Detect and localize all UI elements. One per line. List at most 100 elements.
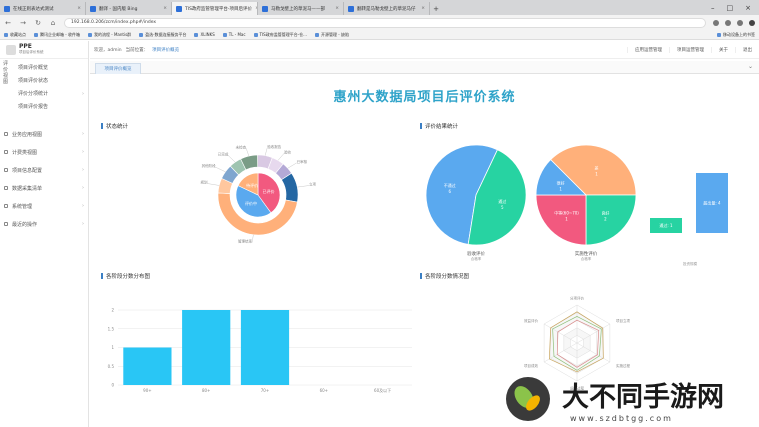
tab-favicon-icon (4, 5, 10, 12)
sidebar-item-label: 系统管理 (12, 203, 33, 210)
sidebar-item-label: 项目信息配置 (12, 167, 43, 174)
status-outer-slice (267, 157, 284, 174)
back-icon[interactable]: ← (4, 19, 12, 27)
home-icon[interactable]: ⌂ (49, 19, 57, 27)
sidebar-item[interactable]: 数据采集清单 › (0, 179, 89, 197)
tab-label: 马勒戈壁上的草泥马——部 (271, 6, 325, 12)
bookmark-item[interactable]: XLINKS (194, 32, 215, 37)
status-outer-slice (257, 154, 273, 170)
forward-icon[interactable]: → (19, 19, 27, 27)
radar-axis (576, 323, 611, 344)
minimize-icon[interactable]: – (711, 4, 715, 12)
chevron-right-icon: › (82, 185, 84, 191)
sidebar-item[interactable]: 最近的操作 › (0, 215, 89, 233)
maximize-icon[interactable]: □ (727, 4, 734, 12)
sidebar-item[interactable]: 项目信息配置 › (0, 161, 89, 179)
sidebar-item[interactable]: 系统管理 › (0, 197, 89, 215)
bookmark-item[interactable]: 盈选·数据连接服务平台 (139, 32, 186, 38)
bookmark-label: XLINKS (200, 32, 215, 37)
sidebar-item-label: 计费类视图 (12, 149, 38, 156)
header-link[interactable]: 项目运营管理 (669, 46, 711, 53)
status-outer-slice (217, 177, 233, 194)
window-controls: – □ × (711, 0, 759, 15)
bookmarks-bar: 收藏站点 腾讯企业邮箱 - 收件箱 我的流程 - Mantis群 盈选·数据连接服务平… (0, 30, 759, 40)
header-link[interactable]: 应用运营管理 (627, 46, 669, 53)
app-logo[interactable]: PPE 项目后评价系统 (0, 41, 88, 59)
tab-favicon-icon (348, 5, 354, 12)
x-tick-label: 70+ (261, 388, 269, 393)
menu-item-icon (4, 222, 8, 226)
extension-icon[interactable] (713, 19, 719, 26)
bookmark-icon (194, 32, 199, 37)
bookmark-item[interactable]: 我的流程 - Mantis群 (88, 32, 131, 38)
chevron-right-icon: › (82, 90, 84, 97)
investment-bar-label: 超出量: 4 (703, 200, 721, 206)
close-window-icon[interactable]: × (745, 4, 751, 12)
radar-axis (543, 342, 578, 363)
bookmark-item[interactable]: 开源管理 - 缺陷 (314, 32, 349, 38)
radar-axis-label: 效益评价 (524, 318, 538, 323)
status-outer-slice (240, 154, 259, 171)
header-link[interactable]: 关于 (711, 46, 735, 53)
sidebar-subitem-label: 项目评价状态 (18, 78, 49, 84)
result-pie-caption: 验收评价 (467, 250, 485, 257)
chevron-right-icon: › (82, 221, 84, 227)
status-label-leader (245, 148, 250, 157)
sidebar-subitem[interactable]: 项目评价概览 (12, 61, 89, 74)
browser-tab[interactable]: 翻转是马勒戈壁上的草泥马仔 × (344, 2, 430, 15)
investment-bar (696, 173, 728, 233)
result-pie-slice (535, 159, 587, 196)
url-input[interactable]: 192.168.0.206/zcm/index.php#/index (64, 17, 706, 28)
bookmark-item[interactable]: 收藏站点 (4, 32, 26, 38)
status-outer-label: 已审核 (297, 159, 308, 164)
status-inner-slice (237, 172, 259, 196)
bookmark-icon (717, 32, 721, 37)
bookmark-item[interactable]: TL - Mac (222, 32, 246, 37)
address-bar-row: ← → ↻ ⌂ 192.168.0.206/zcm/index.php#/ind… (0, 15, 759, 30)
x-tick-label: 80+ (202, 388, 210, 393)
header-link[interactable]: 退出 (735, 46, 759, 53)
close-icon[interactable]: × (163, 6, 167, 11)
extension-icon[interactable] (725, 19, 731, 26)
status-outer-label: 立项 (309, 182, 316, 187)
sidebar-subitem[interactable]: 项目评价报告 (12, 100, 89, 113)
sidebar-item[interactable]: 业务应用视图 › (0, 125, 89, 143)
logo-subtitle: 项目后评价系统 (19, 50, 44, 54)
browser-tab[interactable]: TIS政府监管管理平台-项目后评价× (172, 2, 258, 15)
browser-tab[interactable]: 在线正则表达式测试 × (0, 2, 86, 15)
tab-overview[interactable]: 项目评价概览 (95, 63, 141, 74)
sidebar-subitem-label: 项目评价概览 (18, 65, 49, 71)
result-pie-slice (550, 144, 637, 196)
menu-icon[interactable] (749, 19, 755, 26)
bookmark-item[interactable]: TIS政府监管管理平台-仓... (253, 32, 307, 38)
status-inner-slice (257, 172, 281, 214)
watermark-url: www.szdbtgg.com (570, 414, 673, 423)
result-slice-value: 1 (565, 216, 568, 221)
bookmark-icon (222, 32, 227, 37)
chevron-down-icon[interactable]: ⌄ (748, 63, 753, 70)
status-outer-slice (281, 172, 299, 203)
breadcrumb[interactable]: 项目评价概览 (152, 47, 179, 53)
sidebar-subitem[interactable]: 项目评价状态 (12, 74, 89, 87)
reload-icon[interactable]: ↻ (34, 19, 42, 27)
close-icon[interactable]: × (77, 6, 81, 11)
bookmark-icon (253, 32, 258, 37)
status-outer-label: 管理结束 (238, 239, 252, 244)
new-tab-icon[interactable]: + (430, 2, 442, 15)
x-tick-label: 60及以下 (374, 388, 391, 393)
menu-item-icon (4, 132, 8, 136)
bookmark-item[interactable]: 移动设备上的书签 (717, 32, 755, 38)
close-icon[interactable]: × (421, 6, 425, 11)
status-outer-slice (221, 165, 240, 184)
result-slice-label: 中等(60~70) (554, 209, 579, 215)
bookmark-item[interactable]: 腾讯企业邮箱 - 收件箱 (34, 32, 80, 38)
result-pie-slice (535, 194, 587, 246)
browser-tab[interactable]: 马勒戈壁上的草泥马——部 × (258, 2, 344, 15)
browser-tab-bar: 在线正则表达式测试 × 翻译 - 国内版 Bing × TIS政府监管管理平台-项目后评… (0, 0, 759, 15)
browser-tab[interactable]: 翻译 - 国内版 Bing × (86, 2, 172, 15)
result-slice-value: 1 (595, 172, 598, 177)
sidebar-item[interactable]: 计费类视图 › (0, 143, 89, 161)
sidebar-subitem[interactable]: 评价分项统计 › (12, 87, 89, 100)
close-icon[interactable]: × (335, 6, 339, 11)
extension-icon[interactable] (737, 19, 743, 26)
